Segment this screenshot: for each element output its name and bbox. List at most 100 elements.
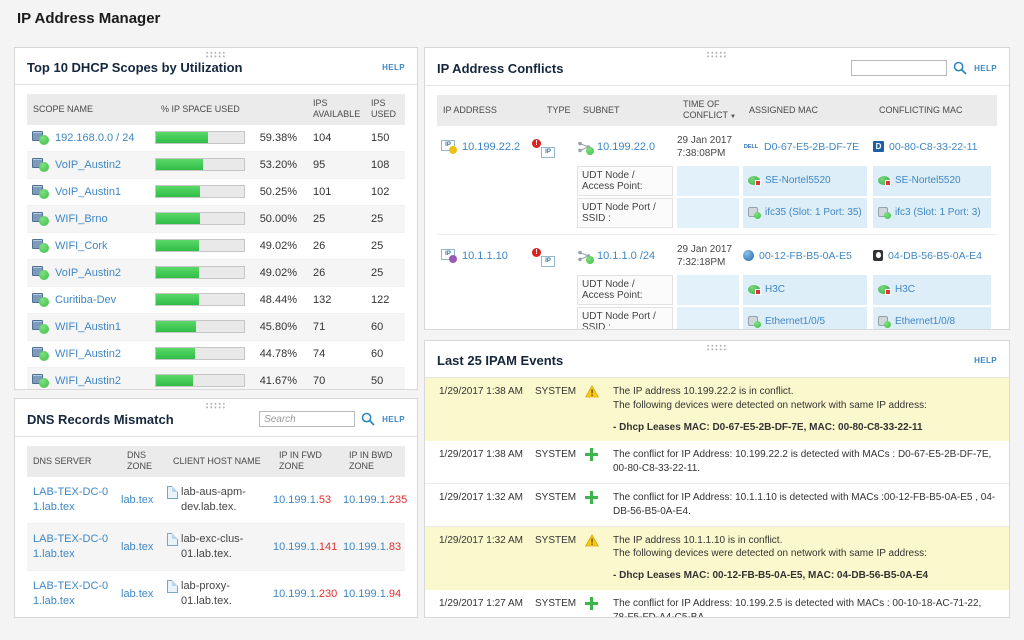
utilization-bar [155,131,245,144]
panel-dhcp-scopes: Top 10 DHCP Scopes by Utilization HELP S… [14,47,418,390]
dhcp-table-header: SCOPE NAME % IP SPACE USED IPS AVAILABLE… [27,94,405,125]
fwd-ip-prefix[interactable]: 10.199.1. [273,588,319,600]
ip-in-fwd-zone: 10.199.1.53 [273,494,343,506]
fwd-ip-prefix[interactable]: 10.199.1. [273,494,319,506]
ips-used-value: 108 [365,159,405,171]
add-icon [585,491,598,504]
conflicting-mac-link[interactable]: 00-80-C8-33-22-11 [889,141,978,153]
scope-name-link[interactable]: VoIP_Austin1 [55,186,121,198]
udt-node-label: UDT Node / Access Point: [577,275,673,305]
dns-zone-link[interactable]: lab.tex [121,494,153,506]
dns-server-link[interactable]: LAB-TEX-DC-01.lab.tex [33,580,108,606]
event-message: The conflict for IP Address: 10.199.2.5 … [613,597,1001,618]
dns-zone-link[interactable]: lab.tex [121,588,153,600]
event-message: The IP address 10.1.1.10 is in conflict.… [613,534,1001,583]
fwd-ip-prefix[interactable]: 10.199.1. [273,541,319,553]
help-link[interactable]: HELP [974,356,997,365]
bwd-ip-prefix[interactable]: 10.199.1. [343,588,389,600]
panel-title: DNS Records Mismatch [27,412,259,427]
conflicting-node-link[interactable]: SE-Nortel5520 [895,175,961,186]
panel-title: IP Address Conflicts [437,61,851,76]
assigned-mac-link[interactable]: 00-12-FB-B5-0A-E5 [759,250,852,262]
scope-name-link[interactable]: VoIP_Austin2 [55,267,121,279]
help-link[interactable]: HELP [382,63,405,72]
scope-name-link[interactable]: VoIP_Austin2 [55,159,121,171]
3com-logo-icon [743,250,754,261]
host-record-icon [167,486,178,499]
assigned-node-link[interactable]: SE-Nortel5520 [765,175,831,186]
ips-used-value: 50 [365,375,405,387]
column-header-sortable[interactable]: TIME OF CONFLICT [677,95,743,126]
column-header: IP IN BWD ZONE [343,446,405,477]
subnet-icon [577,250,592,262]
dns-zone-link[interactable]: lab.tex [121,541,153,553]
event-source: SYSTEM [535,534,585,546]
column-header: DNS ZONE [121,446,167,477]
ips-available-value: 26 [307,240,365,252]
help-link[interactable]: HELP [382,415,405,424]
column-header: SCOPE NAME [27,100,155,119]
port-status-icon [748,207,761,218]
dhcp-scope-icon [32,292,49,307]
warning-icon [585,539,599,550]
assigned-node-link[interactable]: H3C [765,284,785,295]
column-header: IP ADDRESS [437,101,541,120]
help-link[interactable]: HELP [974,64,997,73]
conflicting-port-link[interactable]: ifc3 (Slot: 1 Port: 3) [895,207,981,218]
search-input[interactable] [851,60,947,76]
panel-title: Top 10 DHCP Scopes by Utilization [27,60,382,75]
dell-logo-icon: DELL [743,144,759,150]
event-message: The conflict for IP Address: 10.199.22.2… [613,448,1001,476]
dns-table-header: DNS SERVER DNS ZONE CLIENT HOST NAME IP … [27,446,405,477]
utilization-percent: 48.44% [245,294,307,306]
ips-used-value: 150 [365,132,405,144]
column-header: ASSIGNED MAC [743,101,873,120]
conflict-ip-link[interactable]: 10.1.1.10 [462,250,508,262]
scope-name-link[interactable]: WIFI_Austin2 [55,348,121,360]
conflict-ip-link[interactable]: 10.199.22.2 [462,141,520,153]
dns-server-link[interactable]: LAB-TEX-DC-01.lab.tex [33,533,108,559]
conflicting-port-link[interactable]: Ethernet1/0/8 [895,316,955,327]
column-header: SUBNET [577,101,677,120]
scope-name-link[interactable]: 192.168.0.0 / 24 [55,132,135,144]
conflicting-mac-link[interactable]: 04-DB-56-B5-0A-E4 [888,250,982,262]
dhcp-scope-row: 192.168.0.0 / 2459.38%104150 [27,125,405,152]
ips-used-value: 102 [365,186,405,198]
scope-name-link[interactable]: WIFI_Brno [55,213,108,225]
scope-name-link[interactable]: WIFI_Austin2 [55,375,121,387]
subnet-link[interactable]: 10.1.1.0 /24 [597,250,655,262]
port-status-icon [878,316,891,327]
assigned-port-link[interactable]: Ethernet1/0/5 [765,316,825,327]
scope-name-link[interactable]: WIFI_Cork [55,240,108,252]
subnet-link[interactable]: 10.199.22.0 [597,141,655,153]
conflicting-node-link[interactable]: H3C [895,284,915,295]
host-record-icon [167,533,178,546]
dhcp-scope-row: WIFI_Austin145.80%7160 [27,314,405,341]
search-input[interactable] [259,411,355,427]
bwd-ip-prefix[interactable]: 10.199.1. [343,494,389,506]
time-of-conflict: 29 Jan 20177:32:18PM [677,243,743,269]
ips-used-value: 122 [365,294,405,306]
assigned-port-link[interactable]: ifc35 (Slot: 1 Port: 35) [765,207,862,218]
dns-server-link[interactable]: LAB-TEX-DC-01.lab.tex [33,486,108,512]
column-header: CLIENT HOST NAME [167,452,273,471]
add-icon [585,597,598,610]
subnet-icon [577,141,592,153]
search-icon[interactable] [361,412,376,427]
utilization-percent: 50.00% [245,213,307,225]
column-header: IPS USED [365,94,405,125]
event-time: 1/29/2017 1:38 AM [439,385,535,397]
assigned-mac-link[interactable]: D0-67-E5-2B-DF-7E [764,141,859,153]
ips-used-value: 25 [365,267,405,279]
ips-available-value: 132 [307,294,365,306]
fwd-ip-mismatch-octet: 230 [319,588,337,600]
event-time: 1/29/2017 1:32 AM [439,534,535,546]
dhcp-scope-icon [32,238,49,253]
scope-name-link[interactable]: Curitiba-Dev [55,294,116,306]
bwd-ip-prefix[interactable]: 10.199.1. [343,541,389,553]
scope-name-link[interactable]: WIFI_Austin1 [55,321,121,333]
utilization-percent: 49.02% [245,240,307,252]
search-icon[interactable] [953,61,968,76]
client-host-name: lab-proxy-01.lab.tex. [181,579,267,608]
panel-ipam-events: Last 25 IPAM Events HELP 1/29/2017 1:38 … [424,340,1010,618]
